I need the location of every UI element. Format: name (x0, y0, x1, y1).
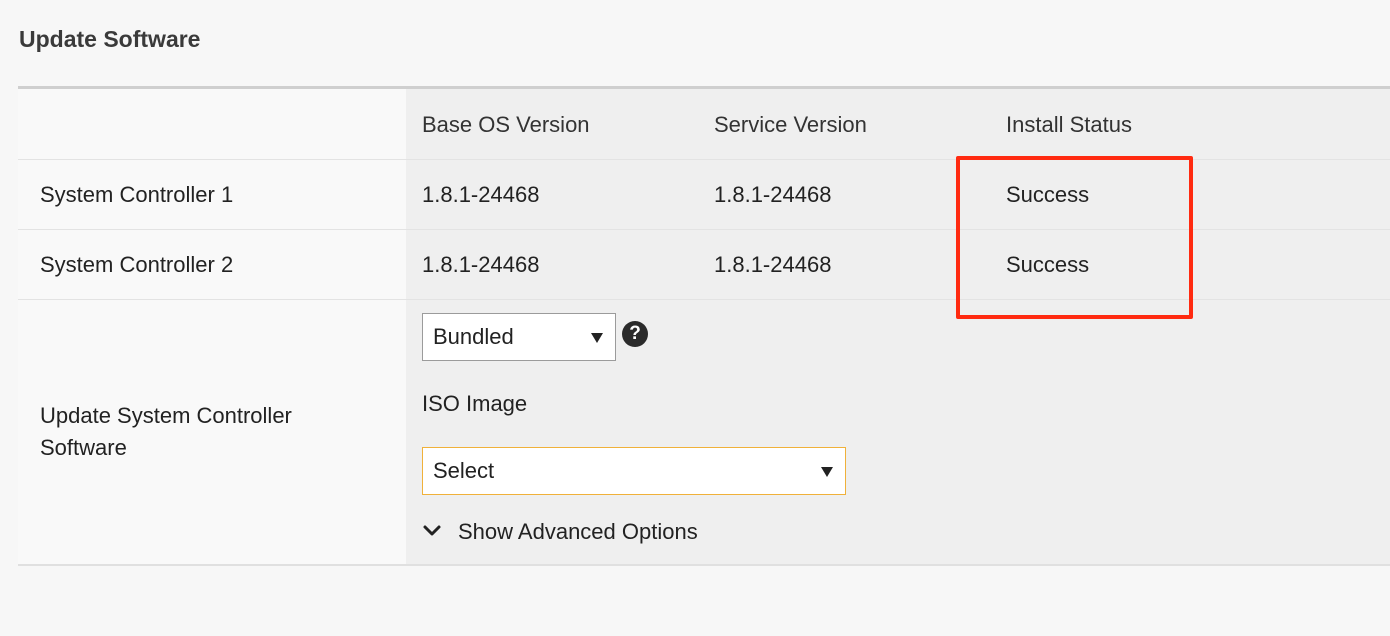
label-column (18, 89, 406, 564)
header-base-os-version: Base OS Version (422, 112, 590, 137)
row-base-os-version: 1.8.1-24468 (422, 252, 540, 277)
question-mark-icon[interactable]: ? (622, 321, 648, 347)
show-advanced-options-label: Show Advanced Options (458, 519, 698, 544)
row-base-os-version: 1.8.1-24468 (422, 182, 540, 207)
update-controller-software-label: Update System Controller Software (40, 403, 292, 460)
caret-down-icon (821, 467, 833, 477)
iso-image-select[interactable]: Select (422, 447, 846, 495)
table-bottom-divider (18, 564, 1390, 566)
page-title: Update Software (19, 26, 201, 52)
row-service-version: 1.8.1-24468 (714, 252, 832, 277)
chevron-down-icon (423, 525, 441, 536)
header-install-status: Install Status (1006, 112, 1132, 137)
row-service-version: 1.8.1-24468 (714, 182, 832, 207)
source-type-select[interactable]: Bundled (422, 313, 616, 361)
iso-image-value: Select (433, 458, 495, 483)
caret-down-icon (591, 333, 603, 343)
header-service-version: Service Version (714, 112, 867, 137)
source-type-value: Bundled (433, 324, 514, 349)
row-name-system-controller-1: System Controller 1 (40, 182, 234, 207)
iso-image-label: ISO Image (422, 391, 528, 416)
status-highlight-annotation (956, 156, 1193, 319)
row-name-system-controller-2: System Controller 2 (40, 252, 234, 277)
update-software-page: Update Software Base OS Version Service … (0, 0, 1390, 636)
